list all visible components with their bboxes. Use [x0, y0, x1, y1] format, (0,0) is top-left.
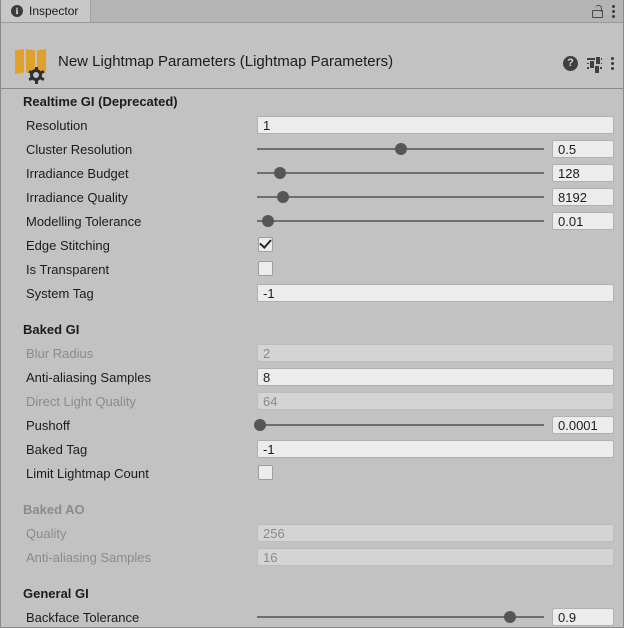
input-baked-tag[interactable]: -1: [257, 440, 614, 458]
checkbox-edge-stitching[interactable]: [258, 237, 273, 252]
property-row-system-tag: System Tag -1: [1, 281, 623, 305]
property-label-is-transparent: Is Transparent: [26, 262, 109, 277]
input-system-tag[interactable]: -1: [257, 284, 614, 302]
slider-track: [257, 220, 544, 222]
property-row-ao-anti-aliasing-samples: Anti-aliasing Samples 16: [1, 545, 623, 569]
property-label-irradiance-budget: Irradiance Budget: [26, 166, 129, 181]
property-row-cluster-resolution: Cluster Resolution 0.5: [1, 137, 623, 161]
input-ao-anti-aliasing-samples: 16: [257, 548, 614, 566]
property-row-limit-lightmap-count: Limit Lightmap Count: [1, 461, 623, 485]
property-label-cluster-resolution: Cluster Resolution: [26, 142, 132, 157]
property-row-anti-aliasing-samples: Anti-aliasing Samples 8: [1, 365, 623, 389]
property-label-system-tag: System Tag: [26, 286, 94, 301]
section-header-baked-gi: Baked GI: [1, 317, 623, 341]
property-row-backface-tolerance: Backface Tolerance 0.9: [1, 605, 623, 628]
slider-track: [257, 616, 544, 618]
section-header-realtime-gi: Realtime GI (Deprecated): [1, 89, 623, 113]
section-header-label: Realtime GI (Deprecated): [23, 94, 178, 109]
section-spacer: [1, 485, 623, 497]
inspector-window: i Inspector New Lightmap Parameters (Lig…: [0, 0, 624, 628]
input-anti-aliasing-samples[interactable]: 8: [257, 368, 614, 386]
slider-knob[interactable]: [254, 419, 266, 431]
property-label-backface-tolerance: Backface Tolerance: [26, 610, 139, 625]
property-label-modelling-tolerance: Modelling Tolerance: [26, 214, 141, 229]
property-row-is-transparent: Is Transparent: [1, 257, 623, 281]
slider-knob[interactable]: [395, 143, 407, 155]
property-label-ao-anti-aliasing-samples: Anti-aliasing Samples: [26, 550, 151, 565]
input-ao-quality: 256: [257, 524, 614, 542]
property-row-irradiance-quality: Irradiance Quality 8192: [1, 185, 623, 209]
checkmark-icon: [259, 236, 272, 249]
tab-strip: i Inspector: [1, 0, 623, 23]
page-title: New Lightmap Parameters (Lightmap Parame…: [58, 53, 393, 70]
slider-irradiance-quality[interactable]: [257, 188, 544, 206]
property-label-baked-tag: Baked Tag: [26, 442, 87, 457]
property-row-resolution: Resolution 1: [1, 113, 623, 137]
property-label-direct-light-quality: Direct Light Quality: [26, 394, 136, 409]
property-label-resolution: Resolution: [26, 118, 87, 133]
slider-knob[interactable]: [274, 167, 286, 179]
lock-body: [592, 10, 603, 18]
property-label-ao-quality: Quality: [26, 526, 66, 541]
property-row-blur-radius: Blur Radius 2: [1, 341, 623, 365]
input-resolution[interactable]: 1: [257, 116, 614, 134]
inspector-body: Realtime GI (Deprecated) Resolution 1 Clust…: [1, 89, 623, 628]
input-blur-radius: 2: [257, 344, 614, 362]
input-backface-tolerance[interactable]: 0.9: [552, 608, 614, 626]
tab-inspector-label: Inspector: [29, 5, 78, 17]
slider-modelling-tolerance[interactable]: [257, 212, 544, 230]
section-header-label: Baked AO: [23, 502, 85, 517]
input-irradiance-quality[interactable]: 8192: [552, 188, 614, 206]
slider-knob[interactable]: [504, 611, 516, 623]
input-modelling-tolerance[interactable]: 0.01: [552, 212, 614, 230]
object-header-actions: ?: [563, 56, 614, 71]
checkbox-is-transparent[interactable]: [258, 261, 273, 276]
input-irradiance-budget[interactable]: 128: [552, 164, 614, 182]
help-icon[interactable]: ?: [563, 56, 578, 71]
property-row-irradiance-budget: Irradiance Budget 128: [1, 161, 623, 185]
preset-sliders-icon[interactable]: [587, 57, 602, 70]
slider-track: [257, 172, 544, 174]
section-header-label: General GI: [23, 586, 89, 601]
input-direct-light-quality: 64: [257, 392, 614, 410]
slider-cluster-resolution[interactable]: [257, 140, 544, 158]
tab-kebab-menu-icon[interactable]: [612, 5, 615, 18]
slider-knob[interactable]: [262, 215, 274, 227]
section-header-label: Baked GI: [23, 322, 79, 337]
gear-icon: [28, 67, 44, 83]
slider-track: [257, 424, 544, 426]
lock-icon[interactable]: [592, 5, 604, 18]
object-kebab-menu-icon[interactable]: [611, 57, 614, 70]
property-label-limit-lightmap-count: Limit Lightmap Count: [26, 466, 149, 481]
property-label-irradiance-quality: Irradiance Quality: [26, 190, 128, 205]
tab-strip-actions: [592, 0, 623, 22]
property-row-pushoff: Pushoff 0.0001: [1, 413, 623, 437]
info-icon: i: [11, 5, 23, 17]
slider-track: [257, 196, 544, 198]
slider-knob[interactable]: [277, 191, 289, 203]
slider-pushoff[interactable]: [257, 416, 544, 434]
slider-backface-tolerance[interactable]: [257, 608, 544, 626]
section-spacer: [1, 569, 623, 581]
lightmap-parameters-asset-icon: [15, 49, 55, 83]
property-row-baked-tag: Baked Tag -1: [1, 437, 623, 461]
property-row-ao-quality: Quality 256: [1, 521, 623, 545]
input-cluster-resolution[interactable]: 0.5: [552, 140, 614, 158]
property-row-edge-stitching: Edge Stitching: [1, 233, 623, 257]
property-label-blur-radius: Blur Radius: [26, 346, 93, 361]
property-label-pushoff: Pushoff: [26, 418, 70, 433]
property-row-direct-light-quality: Direct Light Quality 64: [1, 389, 623, 413]
input-pushoff[interactable]: 0.0001: [552, 416, 614, 434]
property-row-modelling-tolerance: Modelling Tolerance 0.01: [1, 209, 623, 233]
property-label-anti-aliasing-samples: Anti-aliasing Samples: [26, 370, 151, 385]
section-header-baked-ao: Baked AO: [1, 497, 623, 521]
slider-irradiance-budget[interactable]: [257, 164, 544, 182]
property-label-edge-stitching: Edge Stitching: [26, 238, 110, 253]
object-header: New Lightmap Parameters (Lightmap Parame…: [1, 23, 623, 89]
tab-inspector[interactable]: i Inspector: [1, 0, 91, 22]
section-spacer: [1, 305, 623, 317]
section-header-general-gi: General GI: [1, 581, 623, 605]
checkbox-limit-lightmap-count[interactable]: [258, 465, 273, 480]
